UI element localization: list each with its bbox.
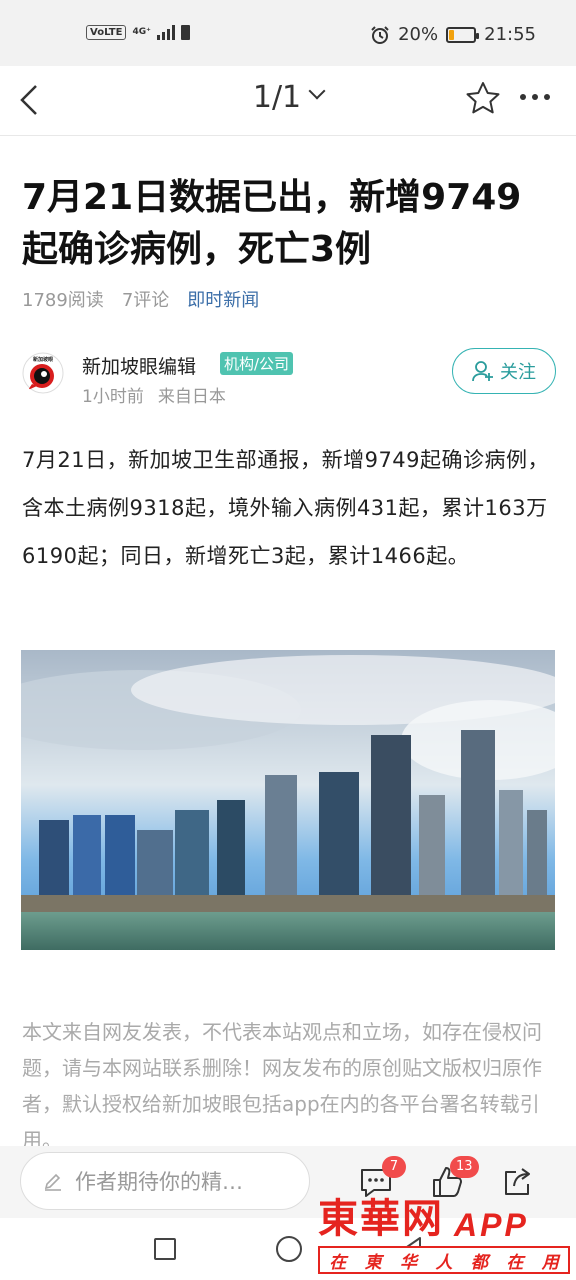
slogan-char: 在 bbox=[506, 1252, 524, 1273]
org-badge: 机构/公司 bbox=[220, 352, 294, 375]
article-photo[interactable] bbox=[21, 650, 555, 950]
recent-apps-button[interactable] bbox=[154, 1238, 176, 1260]
top-nav-bar: 1/1 bbox=[0, 66, 576, 136]
battery-icon bbox=[446, 26, 480, 43]
author-row: 新加坡眼 新加坡眼编辑 机构/公司 1小时前 来自日本 关注 bbox=[22, 348, 556, 408]
article-meta: 1789阅读 7评论 即时新闻 bbox=[22, 286, 259, 312]
clock: 21:55 bbox=[484, 24, 536, 45]
slogan-char: 在 bbox=[329, 1252, 347, 1273]
comment-badge: 7 bbox=[382, 1156, 406, 1178]
home-button[interactable] bbox=[276, 1236, 302, 1262]
network-type: 4G⁺ bbox=[132, 26, 151, 37]
category-link[interactable]: 即时新闻 bbox=[187, 286, 259, 312]
sim-alert-icon bbox=[180, 24, 190, 40]
slogan-char: 東 bbox=[364, 1252, 382, 1273]
author-name[interactable]: 新加坡眼编辑 bbox=[82, 352, 196, 379]
pencil-icon bbox=[44, 1173, 61, 1191]
watermark-brand: 東華网 bbox=[318, 1195, 444, 1242]
like-badge: 13 bbox=[450, 1156, 479, 1178]
watermark-logo: 東華网 APP bbox=[318, 1195, 570, 1244]
dongfang-watermark: 東華网 APP 在 東 华 人 都 在 用 bbox=[318, 1195, 570, 1276]
comment-count-link[interactable]: 7评论 bbox=[122, 286, 169, 312]
slogan-char: 用 bbox=[541, 1252, 559, 1273]
share-icon bbox=[505, 1168, 530, 1195]
slogan-char: 华 bbox=[400, 1252, 418, 1273]
battery-percent: 20% bbox=[398, 24, 439, 45]
follow-button[interactable]: 关注 bbox=[452, 348, 556, 394]
alarm-icon bbox=[371, 25, 389, 44]
page-indicator-label: 1/1 bbox=[252, 80, 302, 115]
copyright-disclaimer: 本文来自网友发表，不代表本站观点和立场，如存在侵权问题，请与本网站联系删除！网友… bbox=[22, 1020, 542, 1152]
share-button[interactable] bbox=[500, 1164, 536, 1200]
signal-icon bbox=[156, 24, 175, 40]
volte-indicator: VoLTE bbox=[86, 24, 127, 40]
svg-text:新加坡眼: 新加坡眼 bbox=[33, 356, 53, 363]
article-body: 7月21日，新加坡卫生部通报，新增9749起确诊病例，含本土病例9318起，境外… bbox=[22, 448, 550, 568]
comment-placeholder: 作者期待你的精… bbox=[75, 1170, 243, 1194]
add-user-icon bbox=[472, 361, 493, 382]
slogan-char: 人 bbox=[435, 1252, 453, 1273]
star-icon[interactable] bbox=[464, 80, 502, 118]
chevron-down-icon bbox=[308, 82, 326, 100]
author-subline: 1小时前 来自日本 bbox=[82, 382, 226, 407]
watermark-app: APP bbox=[454, 1207, 529, 1243]
slogan-char: 都 bbox=[470, 1252, 488, 1273]
watermark-slogan: 在 東 华 人 都 在 用 bbox=[318, 1246, 570, 1274]
follow-label: 关注 bbox=[500, 362, 536, 383]
more-options-icon[interactable] bbox=[520, 94, 550, 100]
post-time: 1小时前 bbox=[82, 387, 144, 407]
post-source: 来自日本 bbox=[157, 387, 226, 407]
status-bar: VoLTE 4G⁺ 20% 21:55 bbox=[0, 0, 576, 66]
article-title: 7月21日数据已出，新增9749起确诊病例，死亡3例 bbox=[22, 177, 522, 270]
comment-input[interactable]: 作者期待你的精… bbox=[20, 1152, 310, 1210]
author-avatar[interactable]: 新加坡眼 bbox=[22, 352, 64, 394]
read-count: 1789阅读 bbox=[22, 290, 104, 311]
